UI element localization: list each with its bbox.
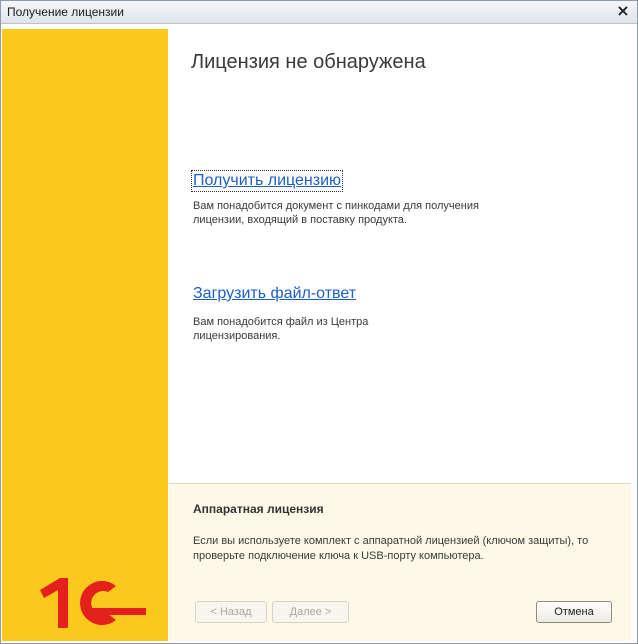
button-bar: < Назад Далее > Отмена (169, 587, 631, 641)
hardware-license-panel: Аппаратная лицензия Если вы используете … (169, 483, 631, 588)
back-button[interactable]: < Назад (195, 601, 267, 623)
get-license-link[interactable]: Получить лицензию (190, 170, 344, 192)
window-title: Получение лицензии (7, 5, 124, 19)
page-title: Лицензия не обнаружена (191, 51, 426, 73)
main-content: Лицензия не обнаружена Получить лицензию… (169, 29, 631, 483)
sidebar-banner (2, 29, 168, 641)
cancel-button[interactable]: Отмена (536, 601, 612, 623)
hardware-license-title: Аппаратная лицензия (193, 502, 324, 516)
title-bar: Получение лицензии × (1, 1, 637, 24)
close-icon[interactable]: × (615, 3, 631, 19)
upload-response-description: Вам понадобится файл из Центра лицензиро… (193, 316, 369, 342)
license-dialog: Получение лицензии × Лицензия не обнаруж… (0, 0, 638, 644)
next-button[interactable]: Далее > (272, 601, 349, 623)
hardware-license-text: Если вы используете комплект с аппаратно… (193, 535, 589, 562)
get-license-description: Вам понадобится документ с пинкодами для… (193, 200, 479, 226)
1c-logo (40, 578, 146, 628)
upload-response-file-link[interactable]: Загрузить файл-ответ (193, 285, 356, 303)
